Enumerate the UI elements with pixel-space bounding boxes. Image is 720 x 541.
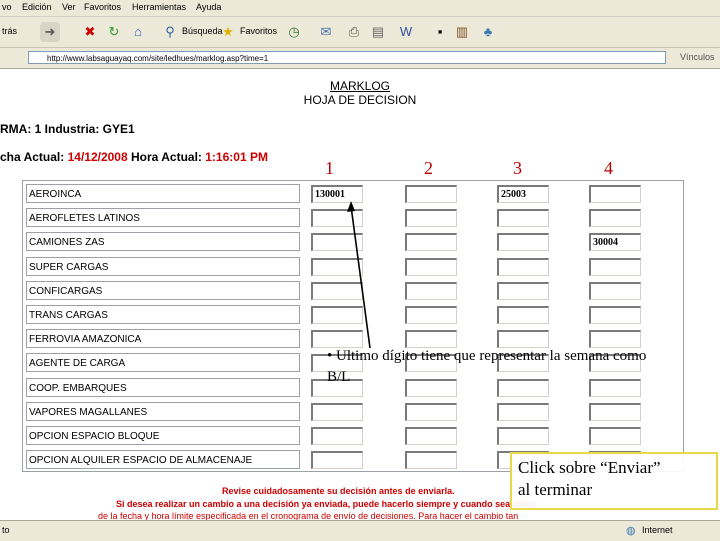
click-hint-line-2: al terminar	[518, 480, 593, 499]
click-hint-box: Click sobre “Enviar” al terminar	[510, 452, 718, 510]
arrow-head	[347, 201, 355, 212]
note-line-2: Si desea realizar un cambio a una decisi…	[116, 499, 537, 509]
internet-zone-label: Internet	[642, 525, 673, 535]
status-bar: to ◍ Internet	[0, 520, 720, 541]
note-line-1: Revise cuidadosamente su decisión antes …	[222, 486, 455, 496]
note-line-3: de la fecha y hora límite especificada e…	[98, 511, 519, 520]
callout-text: • Ultimo dígito tiene que representar la…	[327, 348, 647, 385]
arrow-line	[350, 205, 371, 349]
click-hint-line-1: Click sobre “Enviar”	[518, 458, 661, 477]
status-text: to	[2, 525, 10, 535]
internet-zone-icon: ◍	[626, 525, 636, 537]
